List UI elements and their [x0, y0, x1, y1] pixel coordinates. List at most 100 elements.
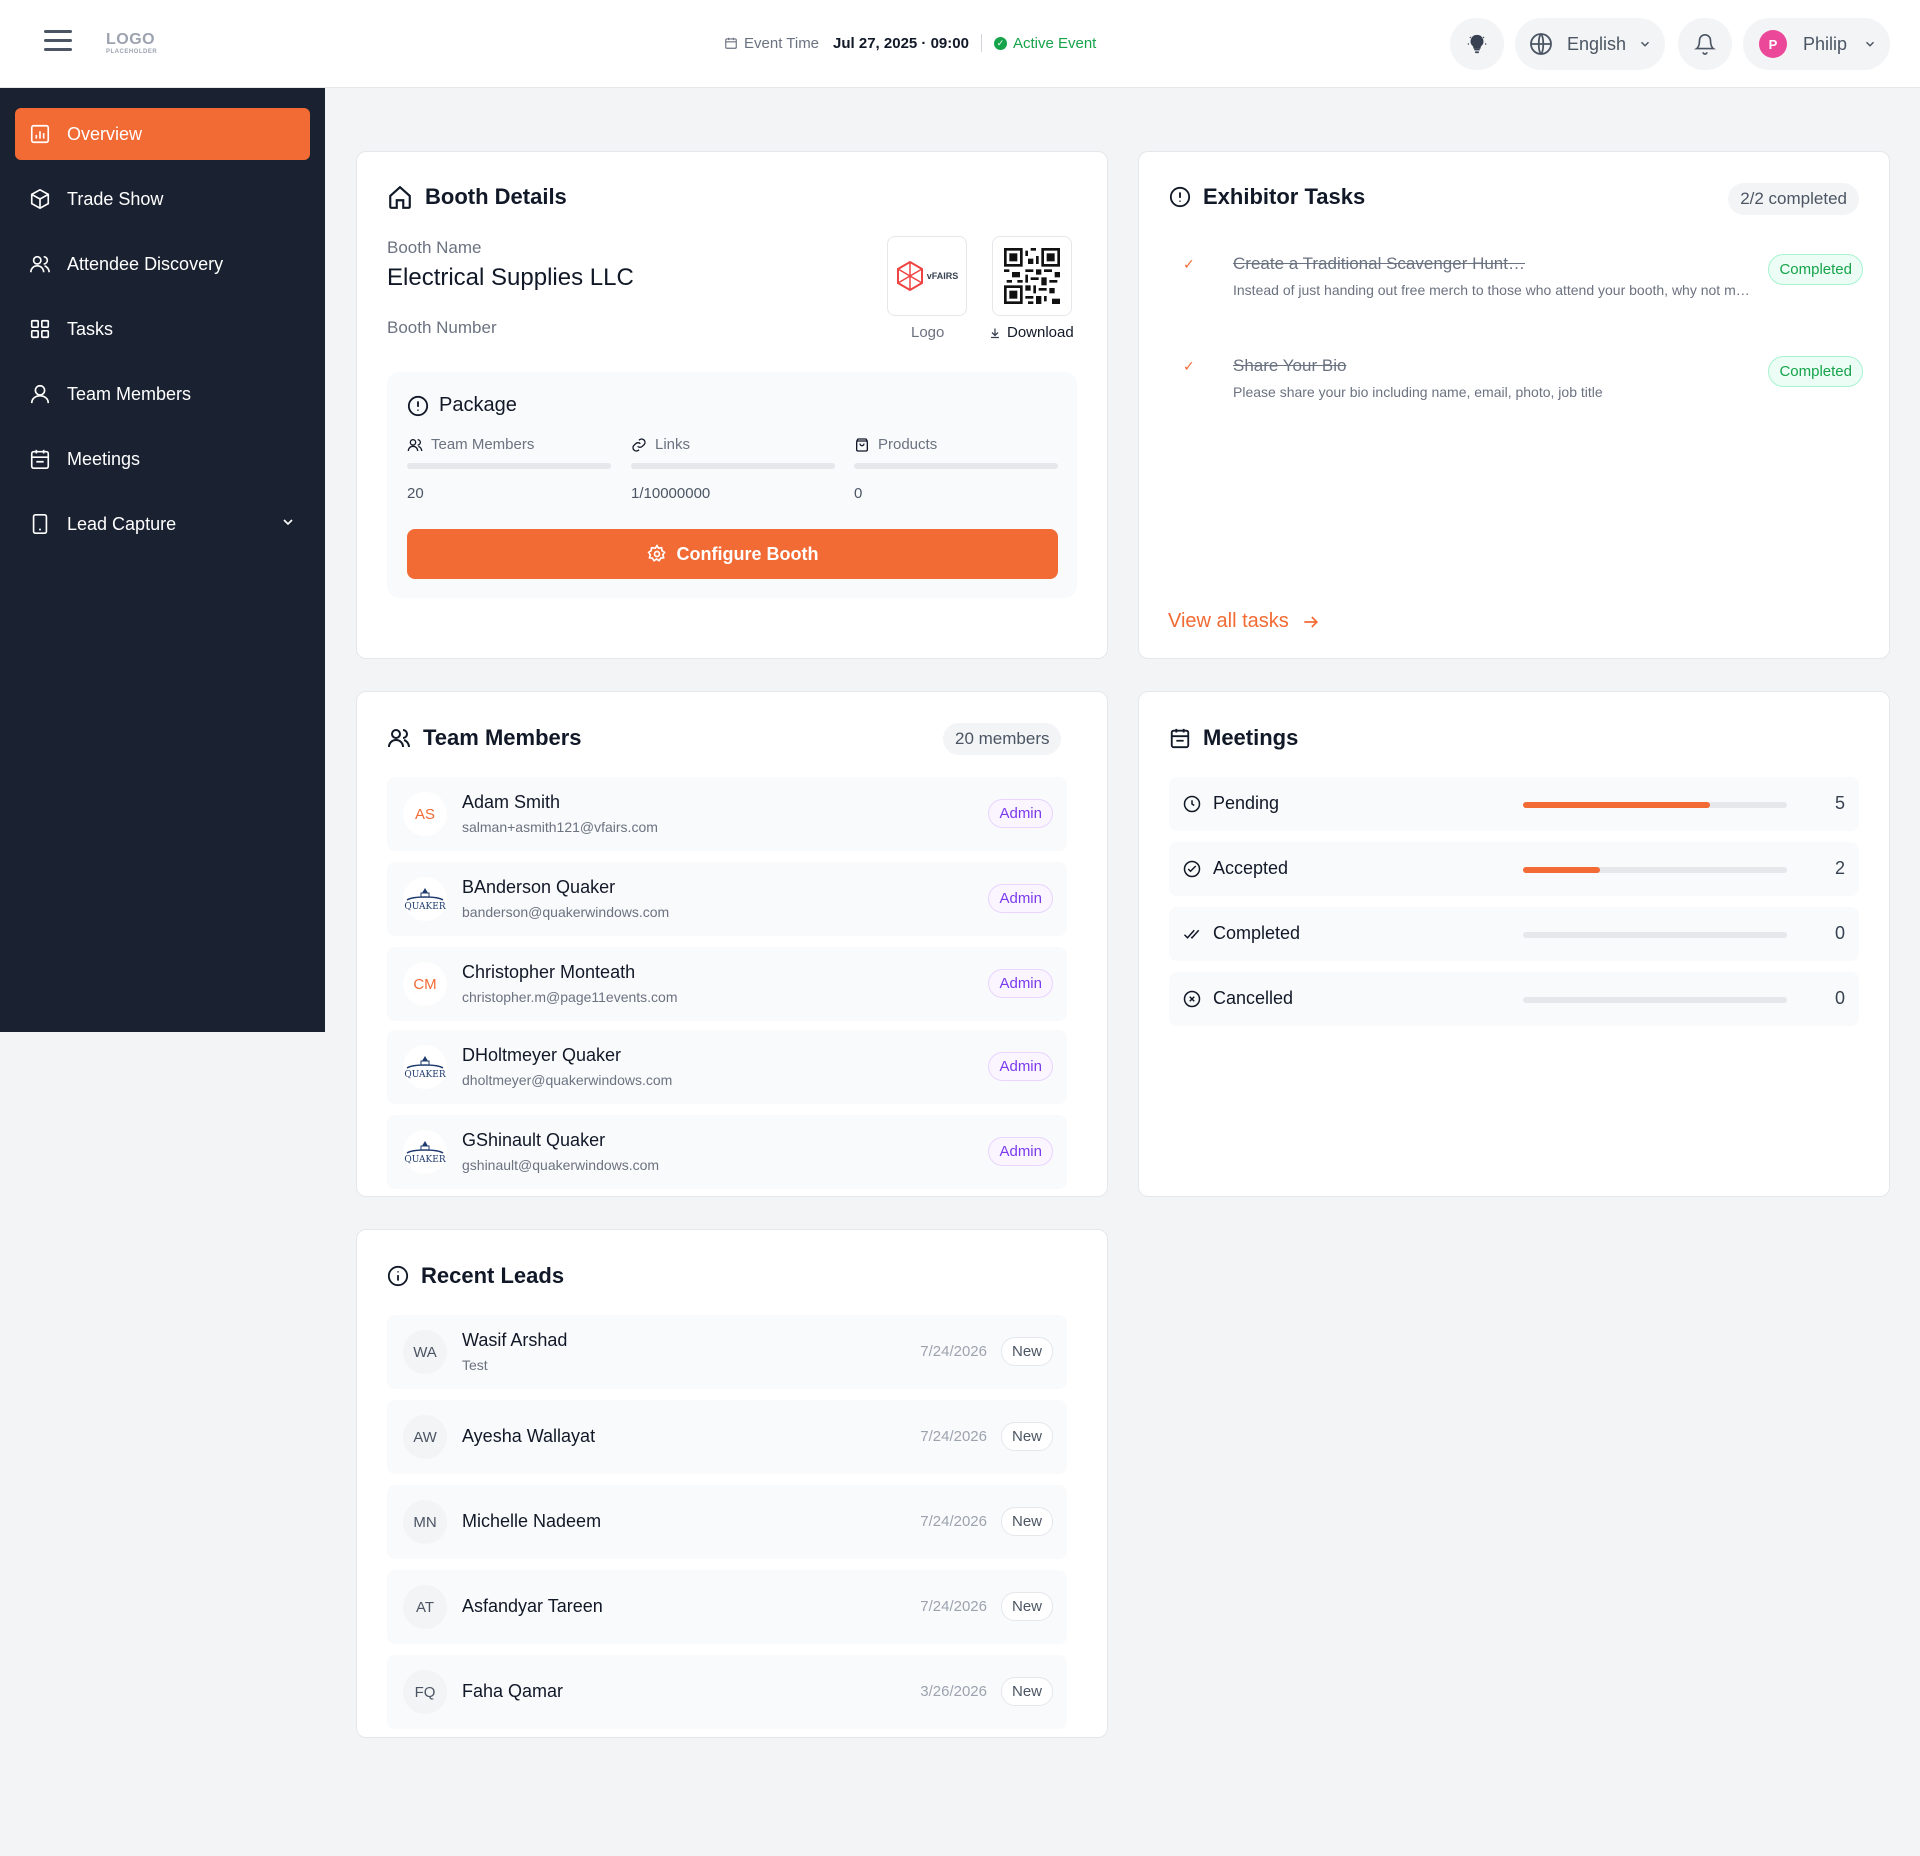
lead-date: 7/24/2026	[920, 1343, 987, 1360]
status-badge: New	[1000, 1422, 1053, 1451]
meeting-status-row[interactable]: Cancelled 0	[1169, 972, 1859, 1026]
user-menu[interactable]: P Philip	[1743, 18, 1890, 70]
sidebar: Overview Trade Show Attendee Discovery T…	[0, 88, 325, 1032]
meeting-status-row[interactable]: Completed 0	[1169, 907, 1859, 961]
calendar-icon	[29, 448, 51, 470]
configure-booth-button[interactable]: Configure Booth	[407, 529, 1058, 579]
status-badge: New	[1000, 1592, 1053, 1621]
team-member-row[interactable]: CM Christopher Monteath christopher.m@pa…	[387, 947, 1067, 1021]
logo[interactable]: LOGO PLACEHOLDER	[106, 31, 157, 56]
calendar-icon	[724, 36, 738, 50]
lead-row[interactable]: AW Ayesha Wallayat 7/24/2026 New	[387, 1400, 1067, 1474]
member-email: christopher.m@page11events.com	[462, 989, 678, 1005]
package-team-members: Team Members 20	[407, 436, 611, 502]
role-badge: Admin	[988, 1137, 1053, 1166]
progress-bar	[854, 463, 1058, 469]
grid-icon	[29, 318, 51, 340]
menu-icon[interactable]	[44, 30, 72, 54]
member-name: GShinault Quaker	[462, 1130, 606, 1150]
sidebar-item-overview[interactable]: Overview	[15, 108, 310, 160]
sidebar-item-meetings[interactable]: Meetings	[15, 433, 310, 485]
lead-company: Test	[462, 1357, 488, 1373]
avatar: AS	[403, 792, 447, 836]
check-icon: ✓	[1183, 358, 1195, 374]
sidebar-item-attendee-discovery[interactable]: Attendee Discovery	[15, 238, 310, 290]
recent-leads-card: Recent Leads WA Wasif Arshad Test 7/24/2…	[356, 1229, 1108, 1738]
avatar: P	[1759, 30, 1787, 58]
booth-logo[interactable]: vFAIRS	[887, 236, 967, 316]
member-email: gshinault@quakerwindows.com	[462, 1157, 660, 1173]
info-icon	[387, 1265, 409, 1287]
progress-bar	[1523, 932, 1787, 938]
svg-text:QUAKER: QUAKER	[404, 1070, 445, 1080]
meeting-status-row[interactable]: Pending 5	[1169, 777, 1859, 831]
language-selector[interactable]: English	[1515, 18, 1665, 70]
alert-circle-icon	[1169, 186, 1191, 208]
progress-fill	[1523, 802, 1711, 808]
svg-text:QUAKER: QUAKER	[404, 902, 445, 912]
sidebar-item-tasks[interactable]: Tasks	[15, 303, 310, 355]
lead-row[interactable]: MN Michelle Nadeem 7/24/2026 New	[387, 1485, 1067, 1559]
card-title-text: Recent Leads	[421, 1263, 565, 1288]
status-badge: Completed	[1768, 356, 1863, 387]
package-products: Products 0	[854, 436, 1058, 502]
sidebar-item-label: Meetings	[67, 448, 141, 469]
sidebar-item-label: Team Members	[67, 383, 192, 404]
meeting-count: 2	[1834, 858, 1845, 878]
avatar: AT	[403, 1585, 447, 1629]
vfairs-logo-icon	[896, 261, 923, 291]
meeting-status-label: Accepted	[1183, 858, 1288, 879]
card-title: Meetings	[1169, 725, 1298, 751]
team-member-row[interactable]: AS Adam Smith salman+asmith121@vfairs.co…	[387, 777, 1067, 851]
vfairs-logo-text: vFAIRS	[926, 271, 959, 281]
chevron-down-icon	[1863, 37, 1877, 51]
overview-icon	[29, 123, 51, 145]
progress-bar	[407, 463, 611, 469]
download-icon	[989, 327, 1001, 339]
status-badge: New	[1000, 1677, 1053, 1706]
download-button[interactable]: Download	[989, 324, 1074, 341]
card-title: Exhibitor Tasks	[1169, 184, 1365, 210]
package-title: Package	[407, 394, 517, 417]
meeting-status-text: Pending	[1213, 793, 1280, 813]
view-all-tasks-link[interactable]: View all tasks	[1168, 610, 1321, 633]
lead-name: Faha Qamar	[462, 1681, 564, 1701]
booth-name-label: Booth Name	[387, 238, 482, 257]
quaker-logo-icon: QUAKER	[403, 877, 447, 921]
event-time-label: Event Time	[744, 34, 820, 52]
lead-row[interactable]: FQ Faha Qamar 3/26/2026 New	[387, 1655, 1067, 1729]
gear-icon	[647, 544, 666, 562]
globe-icon	[1529, 32, 1553, 56]
lead-row[interactable]: WA Wasif Arshad Test 7/24/2026 New	[387, 1315, 1067, 1389]
progress-bar	[1523, 997, 1787, 1003]
booth-details-card: Booth Details Booth Name Electrical Supp…	[356, 151, 1108, 659]
sidebar-item-team-members[interactable]: Team Members	[15, 368, 310, 420]
qr-code[interactable]	[992, 236, 1072, 316]
meeting-status-row[interactable]: Accepted 2	[1169, 842, 1859, 896]
lead-row[interactable]: AT Asfandyar Tareen 7/24/2026 New	[387, 1570, 1067, 1644]
chevron-down-icon	[280, 514, 296, 535]
sidebar-item-lead-capture[interactable]: Lead Capture	[15, 498, 310, 550]
info-icon	[407, 395, 429, 417]
team-member-row[interactable]: QUAKER BAnderson Quaker banderson@quaker…	[387, 862, 1067, 936]
lead-name: Asfandyar Tareen	[462, 1596, 603, 1616]
home-icon	[387, 184, 413, 210]
status-badge: New	[1000, 1507, 1053, 1536]
download-label: Download	[1007, 324, 1074, 341]
user-icon	[29, 383, 51, 405]
team-member-row[interactable]: QUAKER DHoltmeyer Quaker dholtmeyer@quak…	[387, 1030, 1067, 1104]
task-item[interactable]: ✓ Share Your Bio Please share your bio i…	[1183, 356, 1863, 402]
logo-text: LOGO	[106, 31, 156, 48]
avatar: FQ	[403, 1670, 447, 1714]
top-bar: LOGO PLACEHOLDER Event Time Jul 27, 2025…	[0, 0, 1920, 88]
chevron-down-icon	[1638, 37, 1652, 51]
sidebar-item-trade-show[interactable]: Trade Show	[15, 173, 310, 225]
team-member-row[interactable]: QUAKER GShinault Quaker gshinault@quaker…	[387, 1115, 1067, 1189]
avatar: WA	[403, 1330, 447, 1374]
meeting-count: 0	[1834, 923, 1845, 943]
tasks-count-badge: 2/2 completed	[1728, 183, 1859, 215]
member-name: Adam Smith	[462, 792, 561, 812]
task-item[interactable]: ✓ Create a Traditional Scavenger Hunt… I…	[1183, 254, 1863, 300]
theme-toggle-button[interactable]	[1450, 18, 1504, 70]
notifications-button[interactable]	[1678, 18, 1732, 70]
